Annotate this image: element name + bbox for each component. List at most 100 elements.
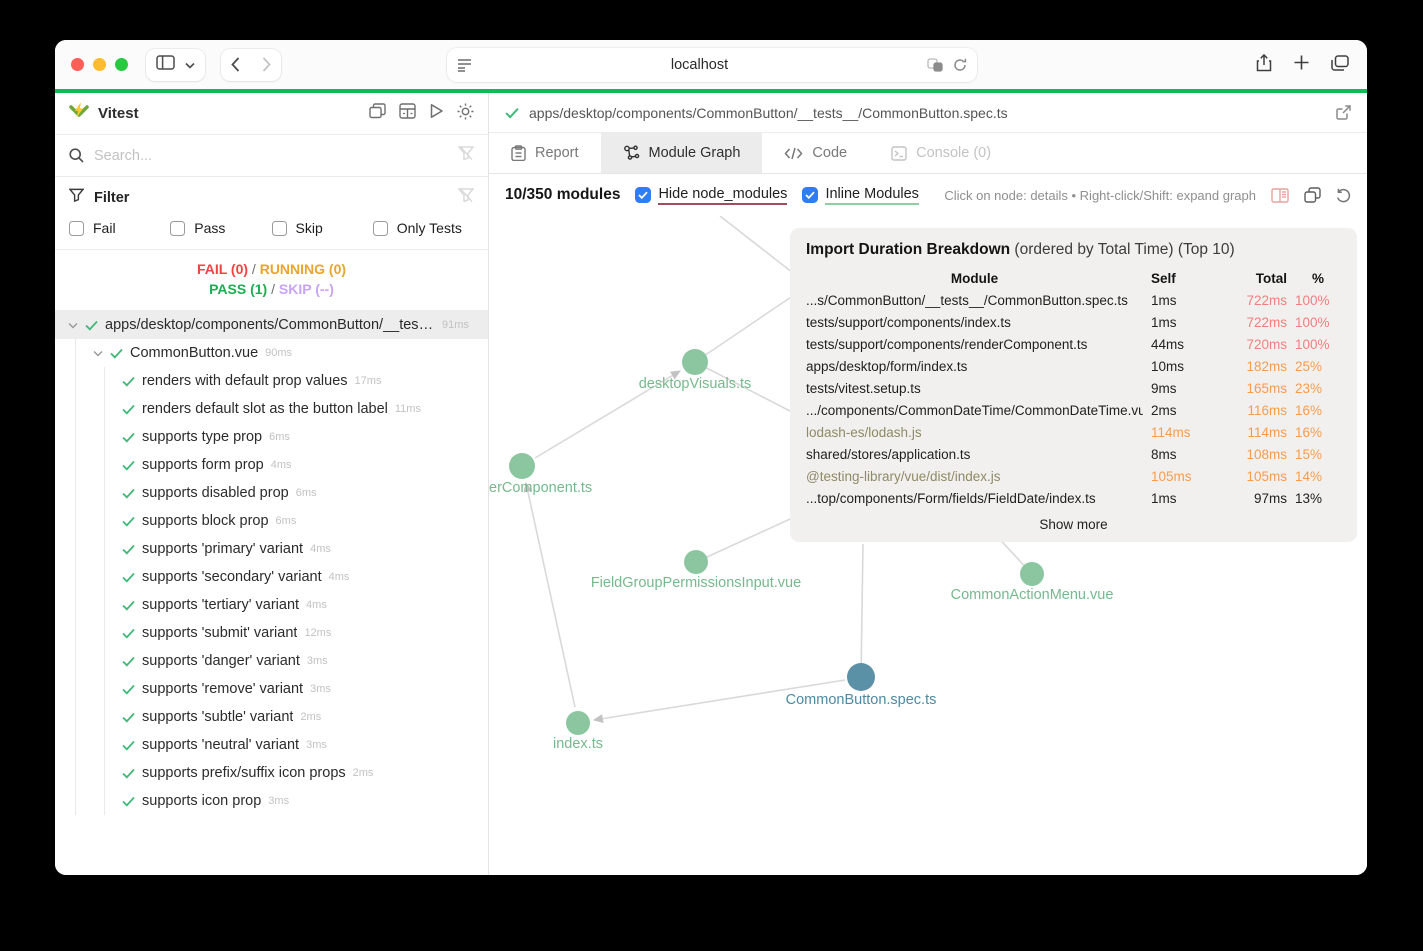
reload-icon[interactable] bbox=[953, 58, 967, 72]
total-time: 165ms bbox=[1246, 381, 1287, 396]
open-external-icon[interactable] bbox=[1336, 105, 1351, 120]
filter-option-skip[interactable]: Skip bbox=[271, 220, 373, 236]
module-node[interactable] bbox=[509, 453, 535, 479]
browser-tab-bar: localhost bbox=[55, 40, 1367, 89]
filter-panel: Filter Fail Pass Skip Only Tests bbox=[55, 177, 488, 250]
copy-link-icon[interactable] bbox=[1304, 187, 1321, 203]
reset-graph-icon[interactable] bbox=[1336, 188, 1351, 203]
test-row[interactable]: renders with default prop values 17ms bbox=[105, 367, 488, 395]
test-row[interactable]: renders default slot as the button label… bbox=[105, 395, 488, 423]
chevron-down-icon[interactable] bbox=[93, 350, 103, 357]
close-window-button[interactable] bbox=[71, 58, 84, 71]
panel-title: Import Duration Breakdown bbox=[806, 241, 1011, 258]
percent-of-total: 100% bbox=[1295, 293, 1330, 308]
inline-modules-toggle[interactable]: Inline Modules bbox=[802, 186, 919, 205]
tab-overview-icon[interactable] bbox=[1331, 54, 1349, 76]
forward-button[interactable] bbox=[262, 57, 271, 72]
module-node-label[interactable]: CommonButton.spec.ts bbox=[786, 692, 937, 708]
unchecked-checkbox-icon[interactable] bbox=[170, 220, 186, 236]
module-info-book-icon[interactable] bbox=[1271, 187, 1289, 203]
module-graph-canvas[interactable]: desktopVisuals.ts erComponent.ts FieldGrou… bbox=[489, 216, 1367, 875]
unchecked-checkbox-icon[interactable] bbox=[69, 220, 84, 236]
module-node-label[interactable]: index.ts bbox=[553, 736, 603, 752]
sidebar-toggle-group[interactable] bbox=[146, 48, 205, 81]
theme-toggle-sun-icon[interactable] bbox=[457, 103, 474, 125]
hide-node-modules-toggle[interactable]: Hide node_modules bbox=[635, 186, 788, 205]
graph-edge bbox=[523, 481, 576, 708]
module-node-label[interactable]: desktopVisuals.ts bbox=[639, 376, 752, 392]
module-node-label[interactable]: CommonActionMenu.vue bbox=[951, 587, 1114, 603]
test-row[interactable]: supports 'submit' variant 12ms bbox=[105, 619, 488, 647]
module-node[interactable] bbox=[847, 663, 875, 691]
test-row[interactable]: supports form prop 4ms bbox=[105, 451, 488, 479]
test-row[interactable]: supports 'danger' variant 3ms bbox=[105, 647, 488, 675]
browser-sidebar-icon[interactable] bbox=[156, 54, 175, 75]
module-node[interactable] bbox=[566, 711, 590, 735]
test-row[interactable]: supports 'remove' variant 3ms bbox=[105, 675, 488, 703]
module-node[interactable] bbox=[1020, 562, 1044, 586]
collapse-panels-icon[interactable] bbox=[369, 103, 386, 124]
reader-view-icon[interactable] bbox=[457, 58, 472, 72]
test-row[interactable]: supports 'subtle' variant 2ms bbox=[105, 703, 488, 731]
test-row[interactable]: supports 'secondary' variant 4ms bbox=[105, 563, 488, 591]
test-file-label: apps/desktop/components/CommonButton/__t… bbox=[105, 317, 435, 333]
test-row[interactable]: supports icon prop 3ms bbox=[105, 787, 488, 815]
module-node[interactable] bbox=[682, 349, 708, 375]
test-row[interactable]: supports type prop 6ms bbox=[105, 423, 488, 451]
back-button[interactable] bbox=[231, 57, 240, 72]
test-time: 3ms bbox=[310, 683, 331, 695]
tab-report[interactable]: Report bbox=[489, 133, 601, 173]
test-row[interactable]: supports 'neutral' variant 3ms bbox=[105, 731, 488, 759]
pass-check-icon bbox=[110, 348, 123, 359]
search-input[interactable] bbox=[94, 147, 448, 164]
dashboard-icon[interactable] bbox=[399, 103, 416, 124]
main-pane: apps/desktop/components/CommonButton/__t… bbox=[489, 93, 1367, 875]
unchecked-checkbox-icon[interactable] bbox=[271, 220, 287, 236]
address-bar[interactable]: localhost bbox=[447, 48, 977, 82]
test-row[interactable]: supports prefix/suffix icon props 2ms bbox=[105, 759, 488, 787]
unchecked-checkbox-icon[interactable] bbox=[372, 220, 388, 236]
filter-option-fail[interactable]: Fail bbox=[69, 220, 170, 236]
test-row[interactable]: supports block prop 6ms bbox=[105, 507, 488, 535]
pass-check-icon bbox=[505, 107, 519, 119]
url-text[interactable]: localhost bbox=[472, 57, 927, 73]
test-label: supports 'remove' variant bbox=[142, 681, 304, 697]
search-icon bbox=[69, 148, 84, 163]
test-row[interactable]: supports 'tertiary' variant 4ms bbox=[105, 591, 488, 619]
clear-search-icon[interactable] bbox=[457, 145, 475, 165]
module-node-label[interactable]: erComponent.ts bbox=[489, 480, 592, 496]
show-more-link[interactable]: Show more bbox=[806, 517, 1341, 532]
total-time: 114ms bbox=[1247, 425, 1287, 440]
minimize-window-button[interactable] bbox=[93, 58, 106, 71]
clear-filter-icon[interactable] bbox=[457, 187, 475, 207]
module-node-label[interactable]: FieldGroupPermissionsInput.vue bbox=[591, 575, 801, 591]
test-suite-row[interactable]: CommonButton.vue 90ms bbox=[76, 339, 488, 367]
test-file-row[interactable]: apps/desktop/components/CommonButton/__t… bbox=[55, 311, 488, 339]
new-tab-icon[interactable] bbox=[1294, 55, 1309, 75]
translate-icon[interactable] bbox=[927, 58, 943, 72]
tab-module-graph[interactable]: Module Graph bbox=[600, 133, 763, 173]
pass-check-icon bbox=[122, 656, 135, 667]
tab-code[interactable]: Code bbox=[762, 133, 869, 173]
chevron-down-icon[interactable] bbox=[185, 56, 195, 74]
filter-funnel-icon bbox=[68, 188, 85, 207]
filter-option-only-tests[interactable]: Only Tests bbox=[372, 220, 474, 236]
test-row[interactable]: supports 'primary' variant 4ms bbox=[105, 535, 488, 563]
pass-check-icon bbox=[122, 488, 135, 499]
maximize-window-button[interactable] bbox=[115, 58, 128, 71]
share-icon[interactable] bbox=[1256, 53, 1272, 77]
chevron-down-icon[interactable] bbox=[68, 322, 78, 329]
test-label: renders default slot as the button label bbox=[142, 401, 388, 417]
hide-node-modules-label[interactable]: Hide node_modules bbox=[658, 186, 788, 205]
pass-count: PASS (1) bbox=[209, 281, 268, 297]
tab-console-0-[interactable]: Console (0) bbox=[869, 133, 1013, 173]
filter-option-pass[interactable]: Pass bbox=[170, 220, 271, 236]
checked-checkbox-icon[interactable] bbox=[635, 187, 652, 203]
run-all-icon[interactable] bbox=[429, 103, 444, 124]
test-row[interactable]: supports disabled prop 6ms bbox=[105, 479, 488, 507]
total-time: 720ms bbox=[1246, 337, 1287, 352]
test-suite-label: CommonButton.vue bbox=[130, 345, 259, 361]
checked-checkbox-icon[interactable] bbox=[802, 187, 819, 203]
inline-modules-label[interactable]: Inline Modules bbox=[825, 186, 919, 205]
module-node[interactable] bbox=[684, 550, 708, 574]
